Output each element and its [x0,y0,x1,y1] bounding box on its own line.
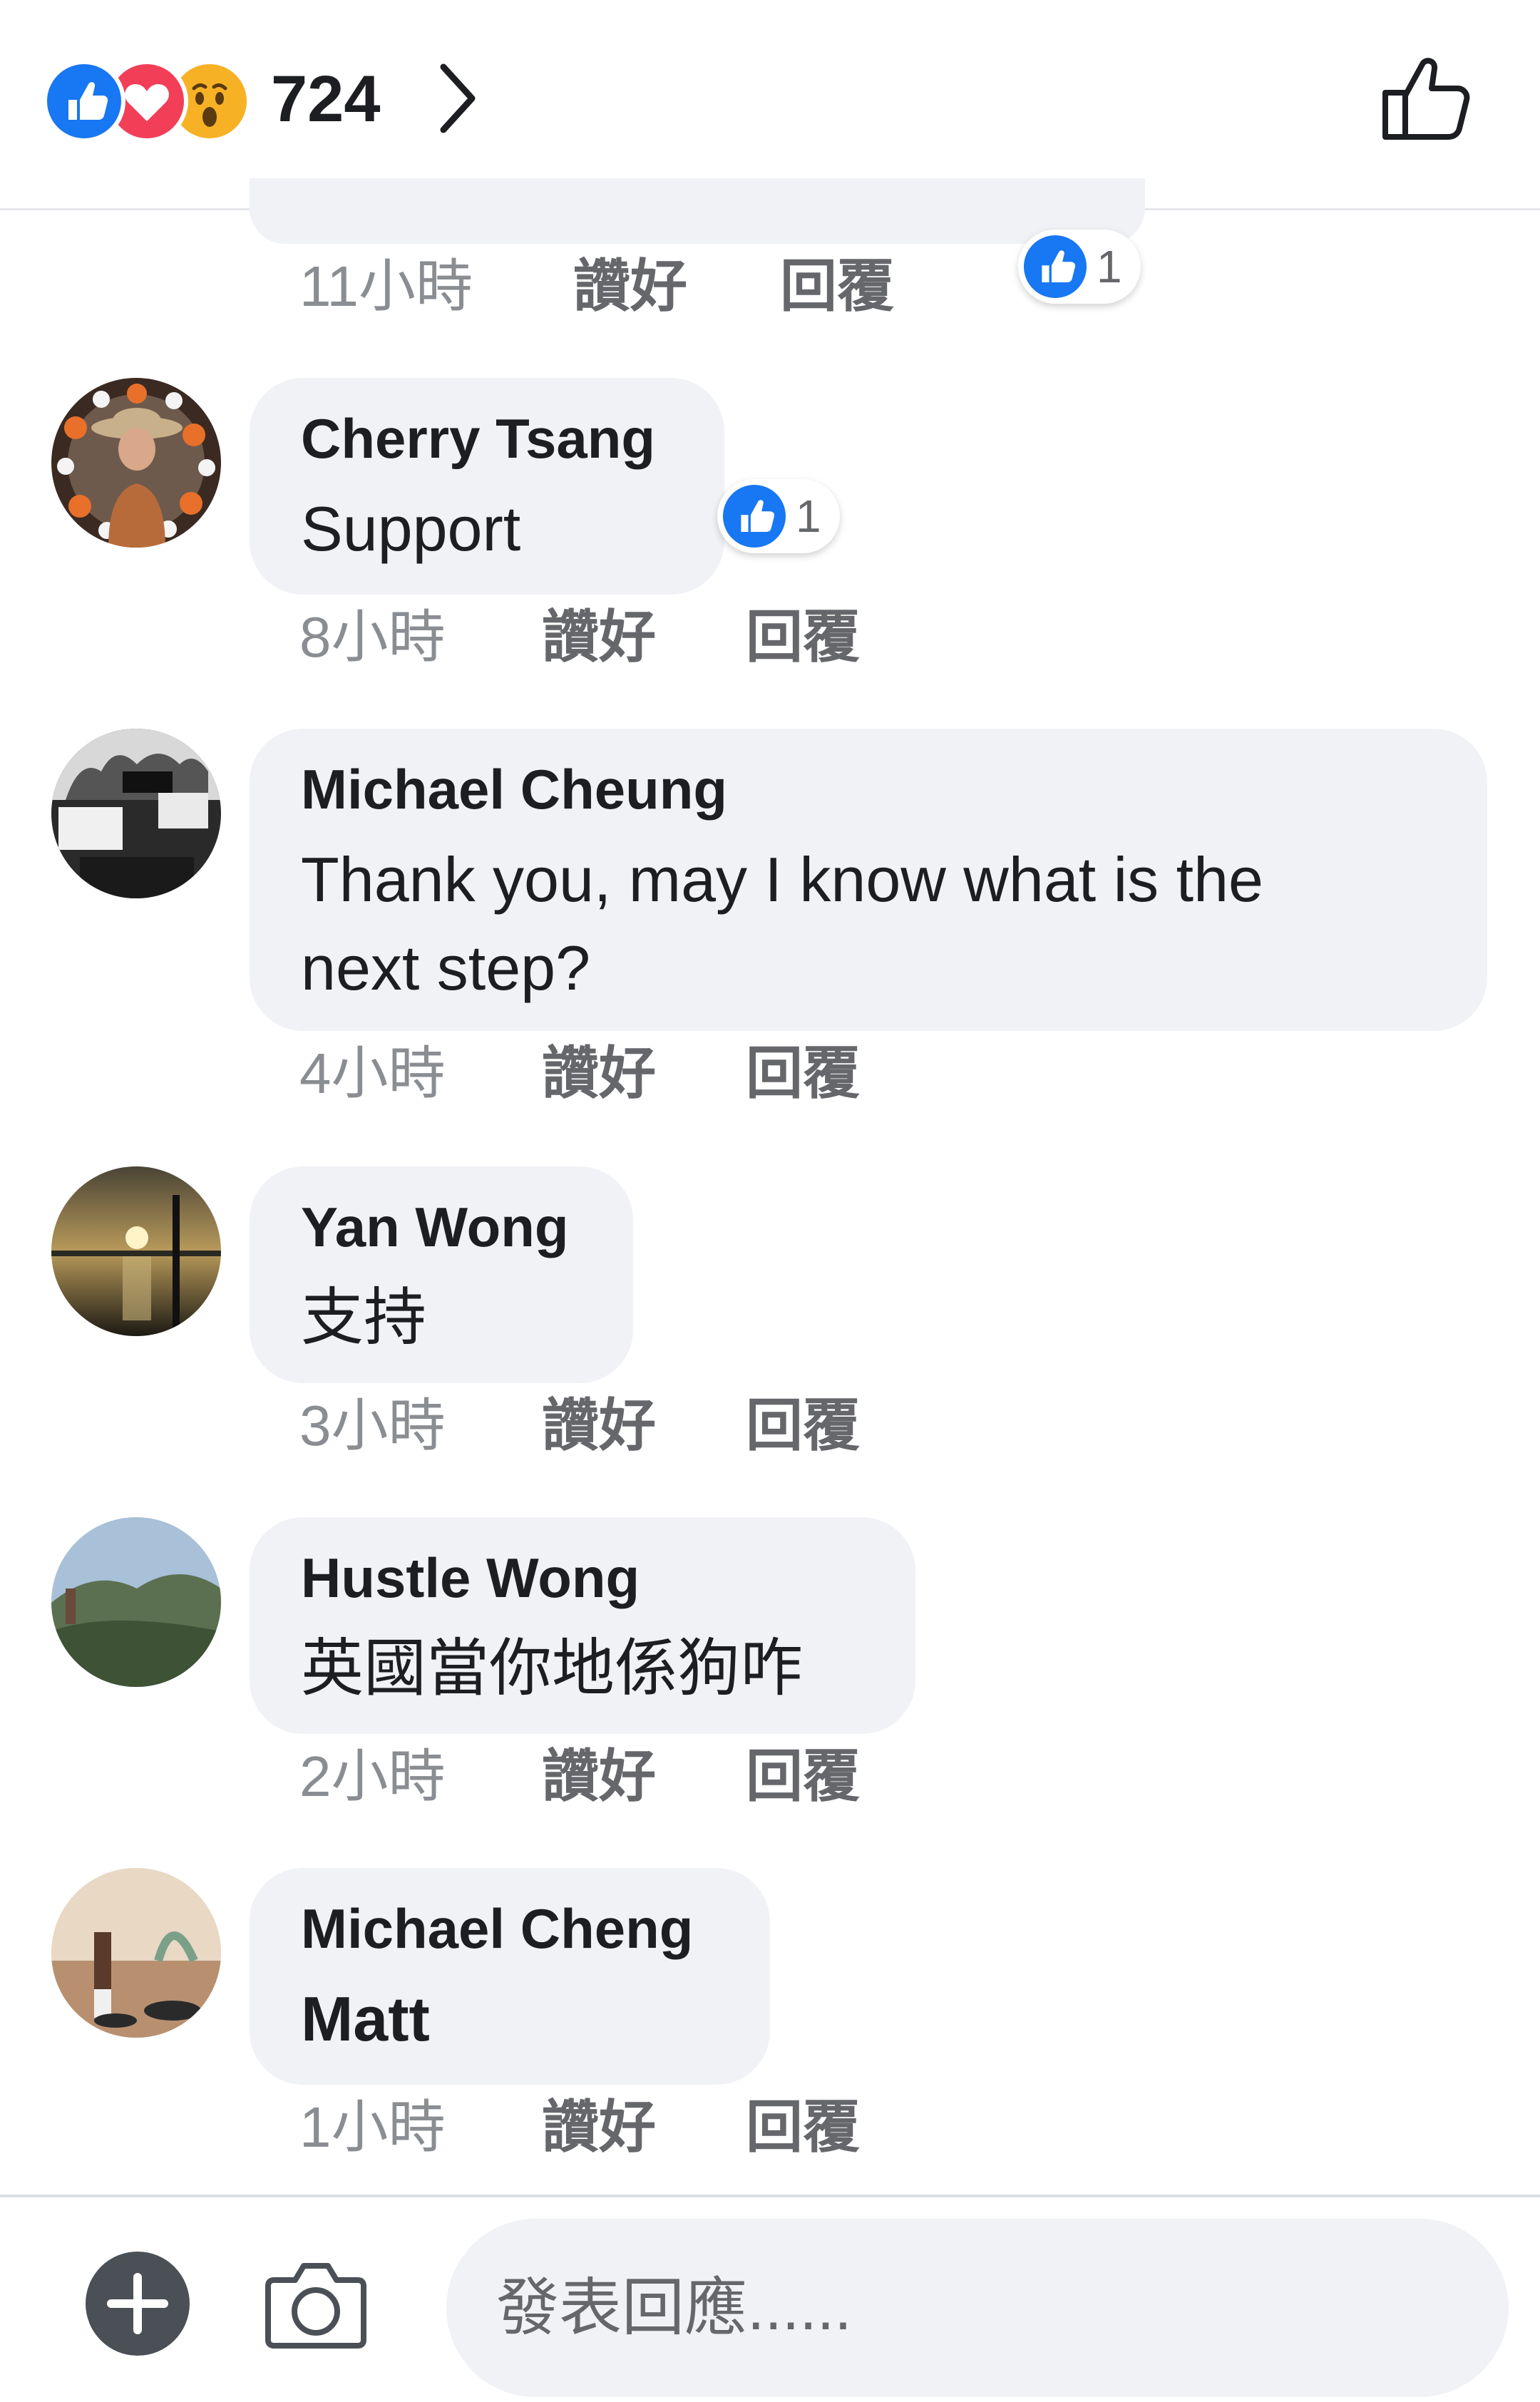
plus-circle-icon[interactable] [86,2252,190,2356]
avatar[interactable] [51,1517,221,1687]
comment-bubble[interactable]: Yan Wong 支持 [250,1166,633,1383]
like-reaction-icon [723,485,786,548]
comment-composer [0,2195,1540,2402]
reaction-count[interactable]: 724 [271,60,381,138]
like-reaction-icon [43,60,125,143]
comment-text: Matt [301,1983,430,2054]
comment-time: 2小時 [299,1745,446,1808]
like-action[interactable]: 讚好 [542,1390,656,1462]
comment-meta: 3小時 讚好 回覆 [299,1390,941,1462]
like-action[interactable]: 讚好 [542,2092,656,2163]
comment-like-count[interactable]: 1 [717,479,840,553]
comment-text: 支持 [301,1282,427,1353]
comment-like-count[interactable]: 1 [1018,230,1141,304]
comment-author[interactable]: Hustle Wong [301,1546,640,1611]
comment-meta: 1小時 讚好 回覆 [299,2092,941,2163]
comment-meta: 2小時 讚好 回覆 [299,1741,941,1812]
comment-time: 1小時 [299,2095,446,2159]
reply-action[interactable]: 回覆 [746,602,860,673]
comment-meta: 11小時 讚好 回覆 [299,251,941,322]
comment-text: Support [301,493,521,564]
comment-author[interactable]: Michael Cheung [301,757,727,822]
comment-input[interactable] [446,2219,1509,2397]
camera-icon[interactable] [265,2254,366,2351]
reply-action[interactable]: 回覆 [746,1741,860,1812]
comment-meta: 4小時 讚好 回覆 [299,1038,941,1109]
comment-author[interactable]: Yan Wong [301,1195,569,1260]
avatar[interactable] [51,729,221,898]
comment-time: 3小時 [299,1394,446,1457]
comment-author[interactable]: Cherry Tsang [301,406,655,471]
avatar[interactable] [51,1868,221,2038]
reply-action[interactable]: 回覆 [746,2092,860,2163]
comment-time: 4小時 [299,1042,446,1105]
comment-text: 英國當你地係狗咋 [301,1633,804,1703]
reaction-summary[interactable] [43,60,257,143]
comment-bubble[interactable]: Hustle Wong 英國當你地係狗咋 [250,1517,915,1734]
comment-author[interactable]: Michael Cheng [301,1897,693,1961]
comment-bubble[interactable]: Michael Cheung Thank you, may I know wha… [250,729,1487,1031]
like-action[interactable]: 讚好 [542,1741,656,1812]
comment-text-line: Thank you, may I know what is the [301,844,1263,915]
like-reaction-icon [1024,235,1087,298]
reply-action[interactable]: 回覆 [780,251,894,322]
like-action[interactable]: 讚好 [542,602,656,673]
comment-time: 11小時 [299,255,473,318]
avatar[interactable] [51,378,221,548]
comment-bubble-partial [250,178,1145,244]
comment-time: 8小時 [299,605,446,669]
thumbs-up-outline-icon[interactable] [1380,51,1472,144]
chevron-right-icon[interactable] [436,61,479,135]
like-action[interactable]: 讚好 [542,1038,656,1109]
reply-action[interactable]: 回覆 [746,1390,860,1462]
like-action[interactable]: 讚好 [573,251,687,322]
comment-meta: 8小時 讚好 回覆 [299,602,941,673]
comment-text: Thank you, may I know what is the next s… [301,836,1263,1012]
avatar[interactable] [51,1166,221,1336]
comment-bubble[interactable]: Cherry Tsang Support [250,378,724,595]
comment-text-line: next step? [301,933,591,1003]
reply-action[interactable]: 回覆 [746,1038,860,1109]
comment-bubble[interactable]: Michael Cheng Matt [250,1868,770,2085]
